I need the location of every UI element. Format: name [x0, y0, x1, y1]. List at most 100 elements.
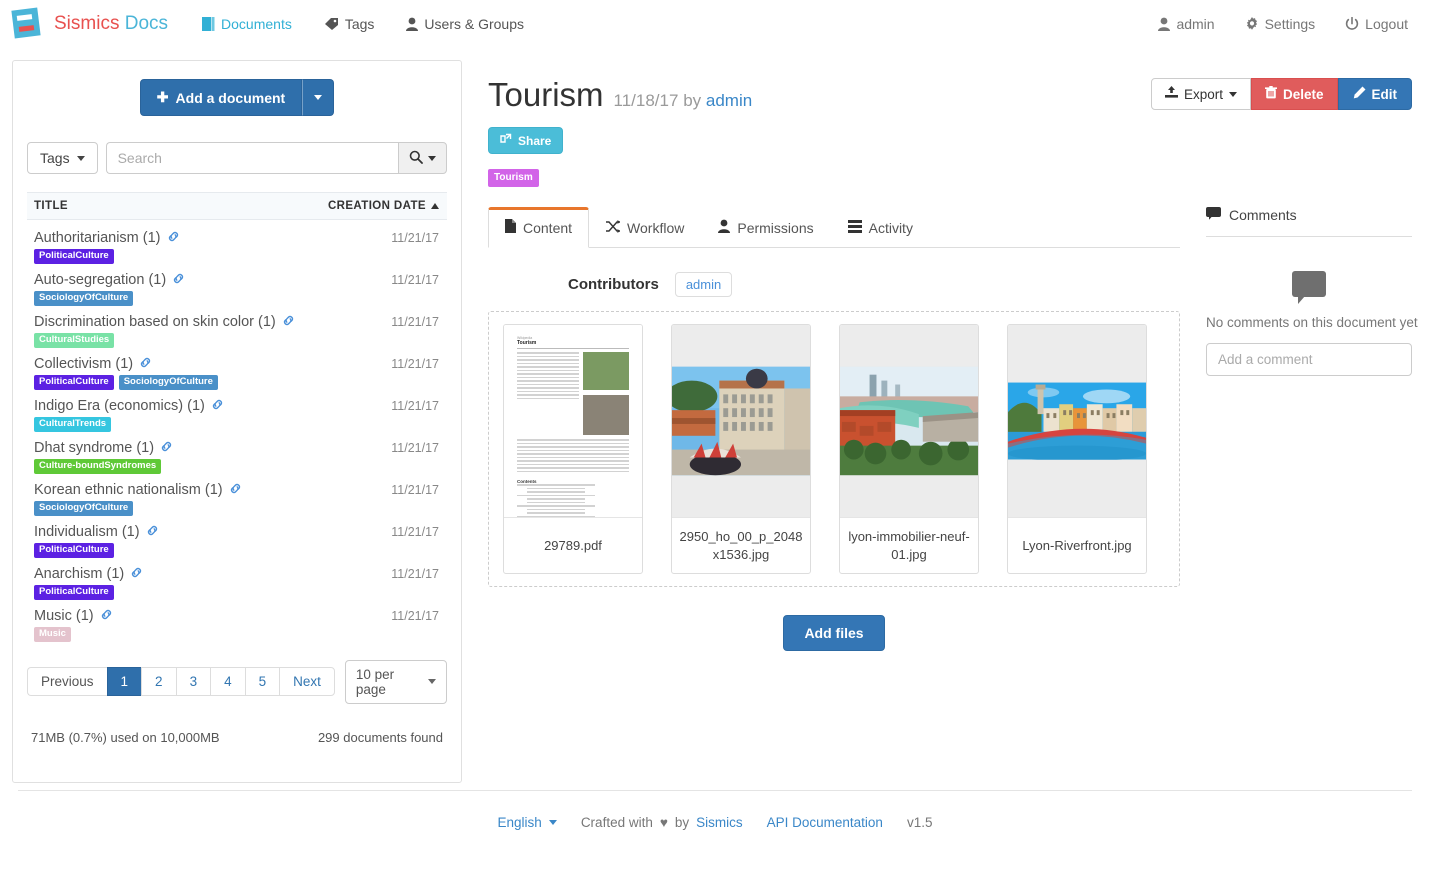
link-icon	[172, 272, 185, 288]
nav-item-users-groups[interactable]: Users & Groups	[406, 16, 524, 32]
export-label: Export	[1184, 87, 1223, 102]
share-button[interactable]: Share	[488, 127, 563, 154]
edit-button[interactable]: Edit	[1338, 78, 1413, 110]
document-list-item-tags: Culture-boundSyndromes	[34, 459, 439, 474]
document-author[interactable]: admin	[706, 91, 752, 110]
document-list-item[interactable]: Dhat syndrome (1) 11/21/17 Culture-bound…	[27, 436, 447, 478]
document-tag[interactable]: PoliticalCulture	[34, 585, 114, 600]
document-list-item[interactable]: Anarchism (1) 11/21/17 PoliticalCulture	[27, 562, 447, 604]
document-list-item[interactable]: Indigo Era (economics) (1) 11/21/17 Cult…	[27, 394, 447, 436]
add-files-button[interactable]: Add files	[783, 615, 884, 651]
tags-filter-button[interactable]: Tags	[27, 142, 98, 174]
nav-item-settings[interactable]: Settings	[1245, 16, 1316, 32]
search-icon	[409, 150, 423, 167]
document-tag[interactable]: Culture-boundSyndromes	[34, 459, 161, 474]
per-page-select[interactable]: 10 per page	[345, 660, 447, 704]
document-header: Tourism 11/18/17 by admin Share Tourism	[488, 78, 1412, 187]
search-button[interactable]	[398, 142, 447, 174]
pagination-page-5[interactable]: 5	[245, 667, 280, 696]
storage-quota-text: 71MB (0.7%) used on 10,000MB	[31, 730, 220, 745]
app-logo-icon[interactable]	[10, 7, 44, 41]
document-list-item-top: Anarchism (1) 11/21/17	[34, 566, 439, 582]
export-button[interactable]: Export	[1151, 78, 1251, 110]
document-list-item-tags: PoliticalCulture	[34, 249, 439, 264]
document-list-item[interactable]: Auto-segregation (1) 11/21/17 SociologyO…	[27, 268, 447, 310]
document-tag[interactable]: PoliticalCulture	[34, 249, 114, 264]
document-list-item[interactable]: Individualism (1) 11/21/17 PoliticalCult…	[27, 520, 447, 562]
pagination-page-2[interactable]: 2	[141, 667, 176, 696]
chevron-down-icon	[549, 820, 557, 825]
tab-content[interactable]: Content	[488, 207, 589, 248]
file-card[interactable]: lyon-immobilier-neuf-01.jpg	[839, 324, 979, 574]
chevron-down-icon	[428, 156, 436, 161]
top-navbar: Sismics Docs Documents Tags Users & Grou…	[0, 0, 1430, 48]
document-list-item-date: 11/21/17	[391, 483, 439, 497]
brand-title[interactable]: Sismics Docs	[54, 13, 168, 35]
user-icon	[1158, 17, 1170, 31]
nav-item-logout[interactable]: Logout	[1345, 16, 1408, 32]
document-list-item-tags: PoliticalCulture SociologyOfCulture	[34, 375, 439, 390]
contributor-chip[interactable]: admin	[675, 272, 732, 297]
tab-activity[interactable]: Activity	[831, 208, 930, 248]
file-card[interactable]: Wikipedia Tourism Contents 29789.pdf	[503, 324, 643, 574]
document-tag[interactable]: CulturalTrends	[34, 417, 111, 432]
company-link[interactable]: Sismics	[696, 815, 743, 830]
file-card[interactable]: Lyon-Riverfront.jpg	[1007, 324, 1147, 574]
language-selector[interactable]: English	[498, 815, 542, 830]
per-page-label: 10 per page	[356, 667, 402, 697]
api-documentation-link[interactable]: API Documentation	[767, 815, 883, 830]
document-list-item-date: 11/21/17	[391, 399, 439, 413]
trash-icon	[1265, 86, 1277, 102]
tab-permissions[interactable]: Permissions	[701, 207, 830, 248]
delete-label: Delete	[1283, 87, 1324, 102]
file-card[interactable]: 2950_ho_00_p_2048x1536.jpg	[671, 324, 811, 574]
add-comment-input[interactable]	[1206, 343, 1412, 376]
file-dropzone[interactable]: Wikipedia Tourism Contents 29789.pdf	[488, 311, 1180, 587]
column-header-creation-date[interactable]: CREATION DATE	[328, 200, 439, 212]
document-tag[interactable]: PoliticalCulture	[34, 375, 114, 390]
pagination-previous[interactable]: Previous	[27, 667, 107, 696]
pagination-page-1[interactable]: 1	[107, 667, 142, 696]
add-document-dropdown-toggle[interactable]	[302, 79, 334, 116]
export-icon	[1165, 86, 1178, 102]
document-list-item-title-text: Authoritarianism (1)	[34, 230, 161, 246]
by-text: by	[675, 815, 689, 830]
pagination-page-4[interactable]: 4	[210, 667, 245, 696]
document-tag[interactable]: Music	[34, 627, 71, 642]
sort-asc-icon	[431, 203, 439, 209]
crafted-with-text: Crafted with	[581, 815, 653, 830]
search-input[interactable]	[106, 142, 398, 174]
document-tag[interactable]: SociologyOfCulture	[34, 291, 133, 306]
document-list-item[interactable]: Discrimination based on skin color (1) 1…	[27, 310, 447, 352]
tab-workflow[interactable]: Workflow	[589, 208, 701, 248]
document-list-item[interactable]: Music (1) 11/21/17 Music	[27, 604, 447, 646]
power-icon	[1345, 17, 1359, 31]
file-thumbnail	[1008, 325, 1146, 517]
edit-label: Edit	[1372, 87, 1398, 102]
delete-button[interactable]: Delete	[1251, 78, 1338, 110]
share-icon	[500, 133, 512, 148]
pagination-page-3[interactable]: 3	[176, 667, 211, 696]
nav-item-tags[interactable]: Tags	[324, 16, 375, 32]
document-list-item-title: Collectivism (1)	[34, 356, 391, 372]
document-list-item[interactable]: Authoritarianism (1) 11/21/17 PoliticalC…	[27, 226, 447, 268]
pencil-icon	[1353, 86, 1366, 102]
content-main-column: Content Workflow Permissions	[488, 207, 1180, 651]
pagination-next[interactable]: Next	[279, 667, 335, 696]
add-document-button[interactable]: ✚ Add a document	[140, 79, 302, 116]
file-name: Lyon-Riverfront.jpg	[1008, 517, 1146, 573]
document-list-item[interactable]: Collectivism (1) 11/21/17 PoliticalCultu…	[27, 352, 447, 394]
document-tag[interactable]: Tourism	[488, 169, 539, 187]
document-tag[interactable]: SociologyOfCulture	[34, 501, 133, 516]
document-tag[interactable]: PoliticalCulture	[34, 543, 114, 558]
document-list-item[interactable]: Korean ethnic nationalism (1) 11/21/17 S…	[27, 478, 447, 520]
nav-item-documents[interactable]: Documents	[202, 16, 292, 32]
nav-item-admin[interactable]: admin	[1158, 16, 1214, 32]
file-icon	[505, 219, 516, 236]
document-tag[interactable]: SociologyOfCulture	[119, 375, 218, 390]
content-columns: Content Workflow Permissions	[488, 207, 1412, 651]
document-tag[interactable]: CulturalStudies	[34, 333, 114, 348]
page-body: ✚ Add a document Tags	[0, 48, 1430, 790]
document-tags: Tourism	[488, 167, 752, 187]
column-header-title[interactable]: TITLE	[34, 200, 328, 212]
